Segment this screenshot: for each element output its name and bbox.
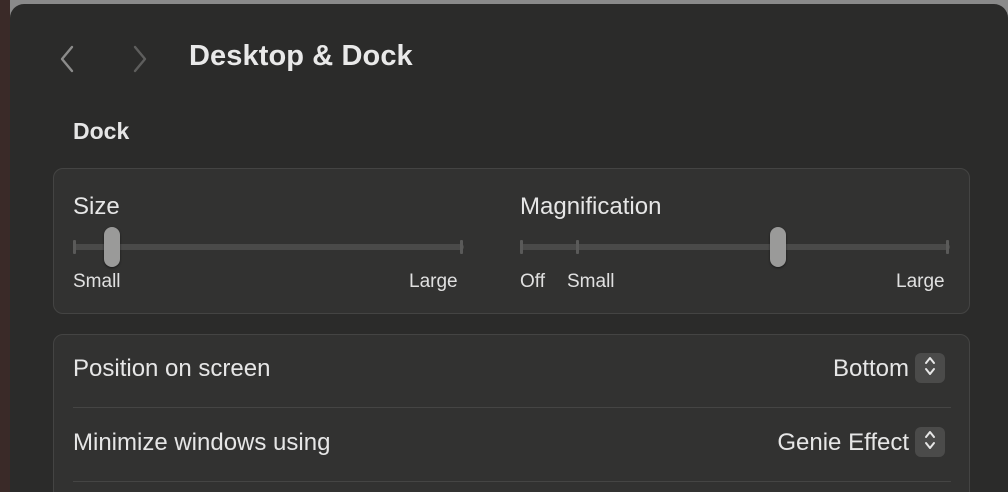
size-slider-label: Size	[73, 193, 120, 220]
background-window-strip	[0, 0, 10, 492]
minimize-windows-value[interactable]: Genie Effect	[777, 429, 909, 457]
dock-sliders-group: Size Small Large Magnification Off Small…	[53, 168, 970, 314]
magnification-slider-tick-max	[946, 240, 949, 254]
setting-row-position: Position on screen Bottom	[54, 335, 969, 407]
row-divider	[73, 481, 951, 482]
size-slider-tick-min	[73, 240, 76, 254]
magnification-slider-tick-off	[520, 240, 523, 254]
settings-window: Desktop & Dock Dock Size Small Large Mag…	[10, 4, 1008, 492]
size-slider-thumb[interactable]	[104, 227, 121, 267]
size-slider-tick-max	[460, 240, 463, 254]
minimize-windows-label: Minimize windows using	[73, 429, 331, 456]
magnification-slider-tick-min	[576, 240, 579, 254]
size-slider-track	[73, 244, 464, 250]
setting-row-minimize: Minimize windows using Genie Effect	[54, 409, 969, 481]
chevron-up-down-icon	[923, 429, 937, 456]
section-title-dock: Dock	[73, 118, 130, 144]
chevron-right-icon	[132, 45, 148, 73]
magnification-max-label: Large	[896, 271, 945, 292]
minimize-windows-popup-button[interactable]	[915, 427, 945, 457]
back-button[interactable]	[53, 42, 81, 76]
chevron-up-down-icon	[923, 355, 937, 382]
size-max-label: Large	[409, 271, 458, 292]
dock-settings-group: Position on screen Bottom Minimize windo…	[53, 334, 970, 492]
forward-button[interactable]	[126, 42, 154, 76]
position-on-screen-value[interactable]: Bottom	[833, 355, 909, 383]
size-slider[interactable]	[73, 227, 464, 271]
chevron-left-icon	[59, 45, 75, 73]
page-title: Desktop & Dock	[189, 40, 413, 72]
position-on-screen-popup-button[interactable]	[915, 353, 945, 383]
magnification-slider-thumb[interactable]	[770, 227, 786, 267]
magnification-off-label: Off	[520, 271, 545, 292]
magnification-min-label: Small	[567, 271, 615, 292]
magnification-slider-label: Magnification	[520, 193, 662, 220]
magnification-slider-track	[520, 244, 950, 250]
magnification-slider[interactable]	[520, 227, 950, 271]
row-divider	[73, 407, 951, 408]
size-min-label: Small	[73, 271, 121, 292]
position-on-screen-label: Position on screen	[73, 355, 271, 382]
